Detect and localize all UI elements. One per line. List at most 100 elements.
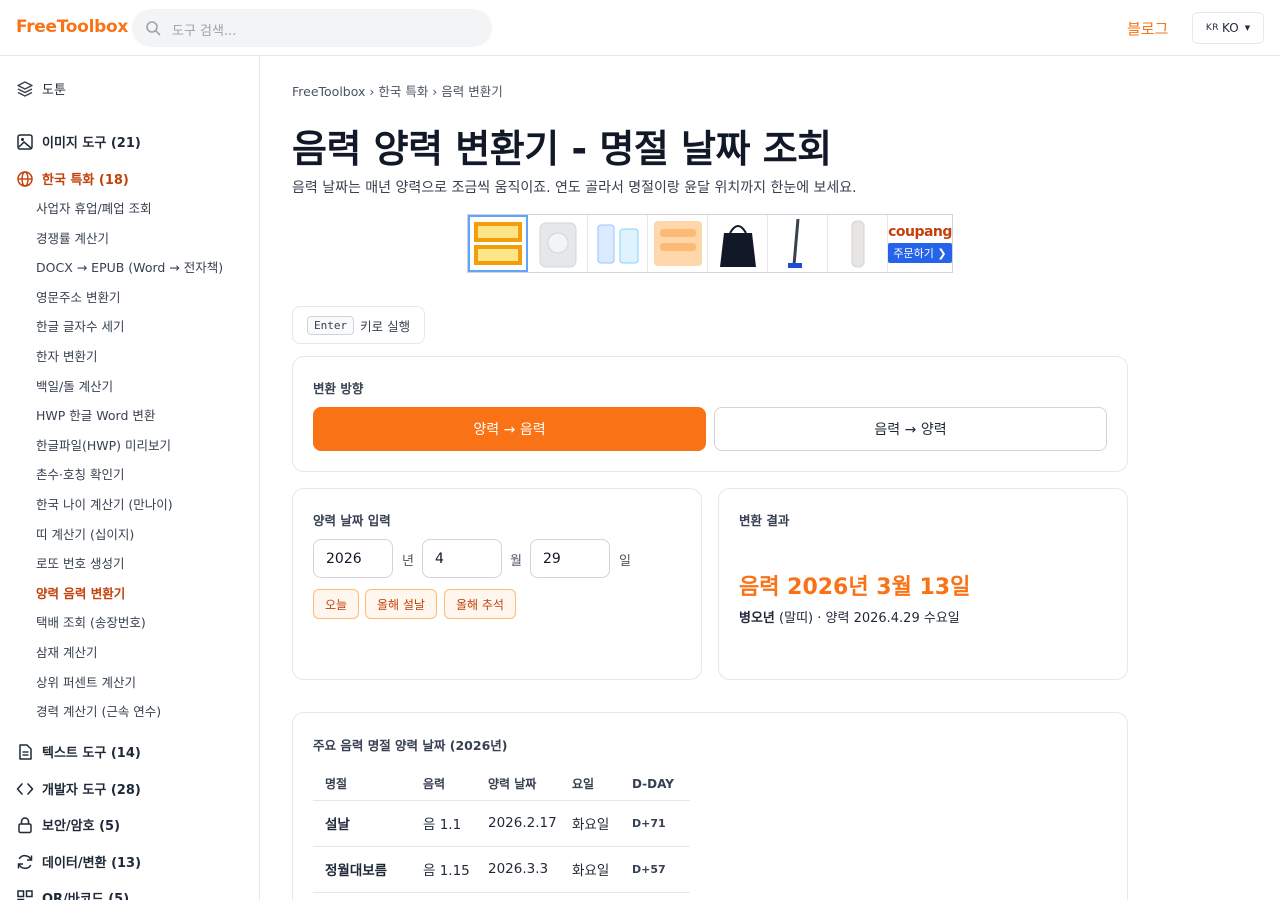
festival-card: 주요 음력 명절 양력 날짜 (2026년) 명절 음력 양력 날짜 요일 D-… (292, 712, 1128, 900)
ad-banner[interactable]: coupang 주문하기 ❯ (467, 214, 953, 273)
ad-product-thumb[interactable] (468, 215, 528, 272)
month-input[interactable]: 4 (422, 539, 502, 578)
column-header: 명절 (313, 768, 411, 801)
sidebar-sub-list: 사업자 휴업/폐업 조회 경쟁률 계산기 DOCX → EPUB (Word →… (36, 200, 223, 733)
site-logo[interactable]: FreeToolbox (16, 17, 128, 37)
this-year-chuseok-button[interactable]: 올해 추석 (444, 589, 516, 619)
sidebar-category-security[interactable]: 보안/암호 (5) (16, 815, 120, 834)
sidebar-sub-item[interactable]: 삼재 계산기 (36, 644, 223, 674)
direction-card: 변환 방향 양력 → 음력 음력 → 양력 (292, 356, 1128, 472)
sidebar-sub-item[interactable]: DOCX → EPUB (Word → 전자책) (36, 259, 223, 289)
day-input[interactable]: 29 (530, 539, 610, 578)
sidebar-category-dev[interactable]: 개발자 도구 (28) (16, 779, 141, 798)
refresh-icon (17, 854, 33, 869)
sidebar-sub-item[interactable]: 상위 퍼센트 계산기 (36, 674, 223, 704)
sidebar-sub-item[interactable]: HWP 한글 Word 변환 (36, 407, 223, 437)
result-lunar-date: 음력 2026년 3월 13일 (739, 575, 971, 600)
sidebar-sub-item[interactable]: 사업자 휴업/폐업 조회 (36, 200, 223, 230)
column-header: 양력 날짜 (476, 768, 560, 801)
this-year-seollal-button[interactable]: 올해 설날 (365, 589, 437, 619)
ad-product-thumb[interactable] (528, 215, 588, 272)
ad-product-thumb[interactable] (648, 215, 708, 272)
layers-icon (17, 80, 33, 97)
month-unit: 월 (510, 554, 522, 569)
search-input[interactable]: 도구 검색... (132, 9, 492, 47)
sidebar-category-label: 이미지 도구 (21) (42, 136, 141, 151)
language-label: KO (1222, 21, 1239, 35)
input-label: 양력 날짜 입력 (313, 513, 391, 528)
order-button[interactable]: 주문하기 ❯ (888, 243, 952, 263)
sidebar-category-qr[interactable]: QR/바코드 (5) (16, 888, 129, 900)
lunar-to-solar-button[interactable]: 음력 → 양력 (714, 407, 1107, 451)
direction-label: 변환 방향 (313, 381, 364, 396)
lunar-date: 음 1.1 (411, 800, 476, 847)
result-detail: 병오년 (말띠) · 양력 2026.4.29 수요일 (739, 607, 960, 626)
sidebar-category-data[interactable]: 데이터/변환 (13) (16, 852, 141, 871)
year-input[interactable]: 2026 (313, 539, 393, 578)
column-header: 요일 (560, 768, 620, 801)
sidebar-sub-item-active[interactable]: 양력 음력 변환기 (36, 585, 223, 615)
weekday: 화요일 (560, 800, 620, 847)
solar-to-lunar-button[interactable]: 양력 → 음력 (313, 407, 706, 451)
lunar-date: 음 1.15 (411, 846, 476, 893)
sidebar-sub-item[interactable]: 백일/돌 계산기 (36, 378, 223, 408)
sidebar-category-text[interactable]: 텍스트 도구 (14) (16, 742, 141, 761)
language-selector[interactable]: KR KO ▼ (1192, 12, 1264, 44)
search-placeholder: 도구 검색... (172, 24, 237, 39)
sidebar-category-label: 데이터/변환 (13) (42, 856, 142, 871)
sidebar-sub-item[interactable]: 택배 조회 (송장번호) (36, 614, 223, 644)
sidebar: 도툰 이미지 도구 (21) 한국 특화 (18) 사업자 휴업/폐업 조회 경… (0, 56, 260, 900)
sidebar-sub-item[interactable]: 경쟁률 계산기 (36, 230, 223, 260)
table-header-row: 명절 음력 양력 날짜 요일 D-DAY (313, 768, 690, 801)
enter-hint-text: 키로 실행 (360, 318, 411, 334)
result-zodiac-note: (말띠) (779, 611, 814, 626)
globe-icon (17, 170, 33, 187)
date-input-card: 양력 날짜 입력 2026 년 4 월 29 일 오늘 올해 설날 올해 추석 (292, 488, 702, 680)
ad-product-thumb[interactable] (828, 215, 888, 272)
document-icon (19, 743, 32, 760)
ad-coupang-cta[interactable]: coupang 주문하기 ❯ (888, 215, 952, 272)
solar-date: 2026.2.17 (476, 800, 560, 847)
sidebar-sub-item[interactable]: 로또 번호 생성기 (36, 555, 223, 585)
festival-title: 주요 음력 명절 양력 날짜 (2026년) (313, 738, 508, 753)
blog-link[interactable]: 블로그 (1127, 18, 1168, 39)
table-row: 정월대보름 음 1.15 2026.3.3 화요일 D+57 (313, 846, 690, 893)
column-header: 음력 (411, 768, 476, 801)
sidebar-item-top[interactable]: 도툰 (16, 79, 66, 98)
image-icon (17, 133, 33, 150)
sidebar-sub-item[interactable]: 경력 계산기 (근속 연수) (36, 703, 223, 733)
sidebar-sub-item[interactable]: 촌수·호칭 확인기 (36, 466, 223, 496)
day-unit: 일 (619, 554, 631, 569)
sidebar-category-label: 보안/암호 (5) (42, 819, 121, 834)
ad-product-thumb[interactable] (708, 215, 768, 272)
sidebar-category-korean[interactable]: 한국 특화 (18) (16, 169, 129, 188)
today-button[interactable]: 오늘 (313, 589, 359, 619)
ad-product-thumb[interactable] (768, 215, 828, 272)
kr-flag-icon: KR (1205, 23, 1220, 33)
sidebar-sub-item[interactable]: 한자 변환기 (36, 348, 223, 378)
sidebar-category-image[interactable]: 이미지 도구 (21) (16, 132, 141, 151)
festival-name: 설날 (313, 800, 411, 847)
festival-name: 정월대보름 (313, 846, 411, 893)
sidebar-sub-item[interactable]: 한글파일(HWP) 미리보기 (36, 437, 223, 467)
enter-key: Enter (307, 315, 355, 335)
search-icon (146, 21, 161, 36)
sidebar-sub-item[interactable]: 한국 나이 계산기 (만나이) (36, 496, 223, 526)
sidebar-sub-item[interactable]: 영문주소 변환기 (36, 289, 223, 319)
sidebar-category-label: 텍스트 도구 (14) (42, 746, 141, 761)
qr-icon (17, 889, 33, 900)
result-label: 변환 결과 (739, 513, 790, 528)
ad-product-thumb[interactable] (588, 215, 648, 272)
d-day: D+57 (620, 846, 690, 893)
coupang-logo: coupang (888, 224, 952, 240)
page-description: 음력 날짜는 매년 양력으로 조금씩 움직이죠. 연도 골라서 명절이랑 윤달 … (292, 180, 857, 196)
sidebar-category-label: QR/바코드 (5) (42, 892, 130, 900)
sidebar-sub-item[interactable]: 띠 계산기 (십이지) (36, 526, 223, 556)
enter-key-hint: Enter 키로 실행 (292, 306, 425, 344)
breadcrumb[interactable]: FreeToolbox › 한국 특화 › 음력 변환기 (292, 81, 503, 100)
table-row: 설날 음 1.1 2026.2.17 화요일 D+71 (313, 800, 690, 847)
d-day: D+71 (620, 800, 690, 847)
result-card: 변환 결과 음력 2026년 3월 13일 병오년 (말띠) · 양력 2026… (718, 488, 1128, 680)
sidebar-sub-item[interactable]: 한글 글자수 세기 (36, 318, 223, 348)
festival-table: 명절 음력 양력 날짜 요일 D-DAY 설날 음 1.1 2026.2.17 … (313, 768, 690, 893)
